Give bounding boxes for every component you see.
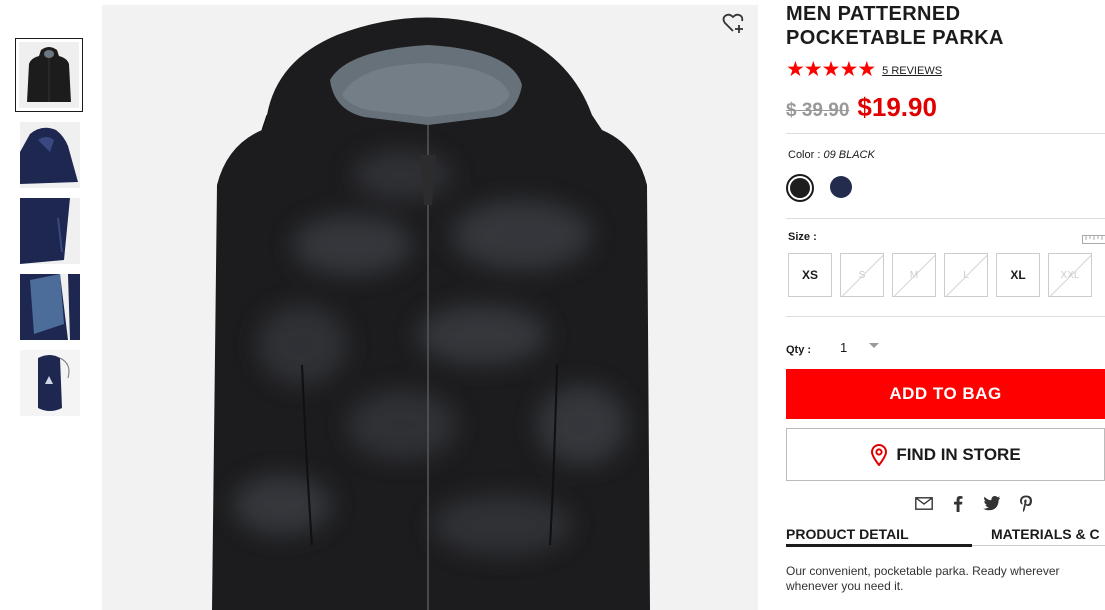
twitter-icon[interactable]	[982, 494, 1002, 512]
pinterest-icon[interactable]	[1016, 494, 1036, 512]
color-swatch-navy[interactable]	[828, 174, 856, 202]
product-image	[102, 5, 758, 610]
description-line-2: whenever you need it.	[786, 579, 904, 593]
thumbnail-pouch[interactable]	[20, 350, 80, 416]
chevron-down-icon[interactable]	[868, 342, 880, 350]
price: $ 39.90 $19.90	[786, 92, 937, 123]
size-option-xs[interactable]: XS	[788, 253, 832, 297]
tab-materials-care[interactable]: MATERIALS & C	[991, 526, 1100, 542]
size-chart-icon[interactable]	[1082, 232, 1105, 244]
share-links	[914, 494, 1036, 512]
quantity-label: Qty :	[786, 344, 812, 356]
thumbnail-list	[15, 38, 83, 426]
size-option-xl[interactable]: XL	[996, 253, 1040, 297]
star-icon: ★	[821, 58, 841, 81]
active-tab-indicator	[786, 544, 972, 547]
thumbnail-navy-pocket[interactable]	[20, 198, 80, 264]
thumbnail-navy-inside[interactable]	[20, 274, 80, 340]
mail-icon[interactable]	[914, 494, 934, 512]
find-in-store-label: FIND IN STORE	[896, 444, 1021, 464]
product-title: MEN PATTERNED POCKETABLE PARKA	[786, 3, 1004, 49]
star-rating: ★★★★★	[786, 58, 876, 81]
star-icon: ★	[786, 58, 805, 81]
star-icon: ★	[839, 58, 858, 81]
sale-price: $19.90	[857, 92, 937, 122]
divider	[786, 316, 1105, 317]
color-label-text: Color :	[788, 149, 821, 161]
reviews-link[interactable]: 5 REVIEWS	[882, 65, 942, 77]
color-label: Color : 09 BLACK	[788, 149, 875, 161]
facebook-icon[interactable]	[948, 494, 968, 512]
product-tabs: PRODUCT DETAIL MATERIALS & C	[786, 526, 1105, 546]
find-in-store-button[interactable]: FIND IN STORE	[786, 428, 1105, 481]
tab-product-detail[interactable]: PRODUCT DETAIL	[786, 526, 909, 542]
thumbnail-navy-hood[interactable]	[20, 122, 80, 188]
product-info-panel: MEN PATTERNED POCKETABLE PARKA ★★★★★ 5 R…	[786, 0, 1105, 593]
star-icon: ★	[857, 58, 876, 81]
size-option-m-unavailable[interactable]: M	[892, 253, 936, 297]
add-to-bag-button[interactable]: ADD TO BAG	[786, 369, 1105, 419]
size-option-l-unavailable[interactable]: L	[944, 253, 988, 297]
selected-color: 09 BLACK	[823, 149, 875, 161]
divider	[786, 133, 1105, 134]
location-pin-icon	[871, 443, 888, 466]
add-to-wishlist-icon[interactable]	[721, 10, 747, 36]
description-line-1: Our convenient, pocketable parka. Ready …	[786, 564, 1060, 578]
size-option-xxl-unavailable[interactable]: XXL	[1048, 253, 1092, 297]
rating: ★★★★★ 5 REVIEWS	[786, 58, 942, 81]
tab-divider	[972, 545, 1105, 546]
swatch-navy-dot	[830, 176, 852, 198]
size-option-s-unavailable[interactable]: S	[840, 253, 884, 297]
color-swatch-black[interactable]	[786, 174, 814, 202]
divider	[786, 218, 1105, 219]
thumbnail-front[interactable]	[15, 38, 83, 112]
star-icon: ★	[803, 58, 823, 81]
product-description: Our convenient, pocketable parka. Ready …	[786, 564, 1105, 594]
size-label: Size :	[788, 231, 817, 243]
original-price: $ 39.90	[786, 100, 850, 121]
parka-image	[212, 17, 650, 610]
swatch-black-dot	[790, 178, 810, 198]
quantity-select[interactable]: 1	[840, 340, 847, 355]
